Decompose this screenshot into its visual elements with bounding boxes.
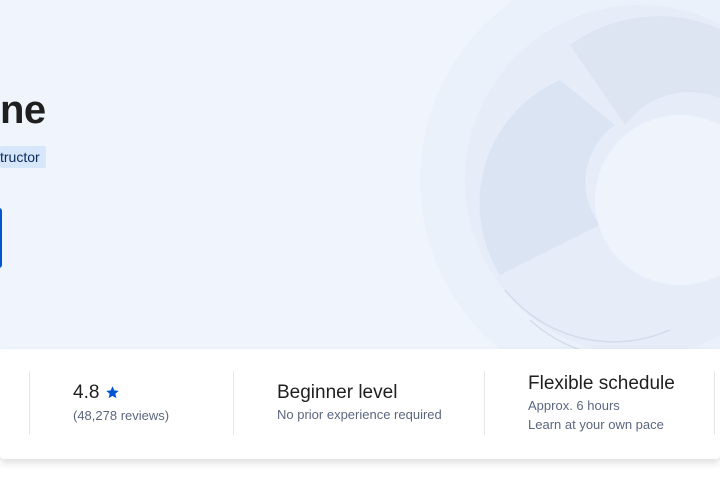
divider	[233, 371, 234, 435]
instructor-badge[interactable]: tructor	[0, 146, 46, 168]
rating-value: 4.8	[73, 382, 100, 403]
rating-row: 4.8	[73, 382, 120, 404]
decorative-ring-graphic	[420, 0, 720, 350]
enroll-button[interactable]	[0, 208, 2, 268]
star-icon	[106, 386, 120, 399]
divider	[714, 371, 715, 435]
schedule-title: Flexible schedule	[528, 373, 675, 394]
course-page: ne tructor 4.8 (48,278 reviews) Beginner…	[0, 0, 720, 480]
course-title: ne	[0, 88, 46, 132]
schedule-duration: Approx. 6 hours	[528, 398, 620, 413]
course-info-card: 4.8 (48,278 reviews) Beginner level No p…	[0, 349, 720, 459]
hero-banner: ne tructor	[0, 0, 720, 350]
reviews-count[interactable]: (48,278 reviews)	[73, 408, 169, 423]
divider	[484, 371, 485, 435]
level-title: Beginner level	[277, 382, 398, 403]
divider	[29, 371, 30, 435]
level-subtitle: No prior experience required	[277, 407, 442, 422]
schedule-pace: Learn at your own pace	[528, 417, 664, 432]
